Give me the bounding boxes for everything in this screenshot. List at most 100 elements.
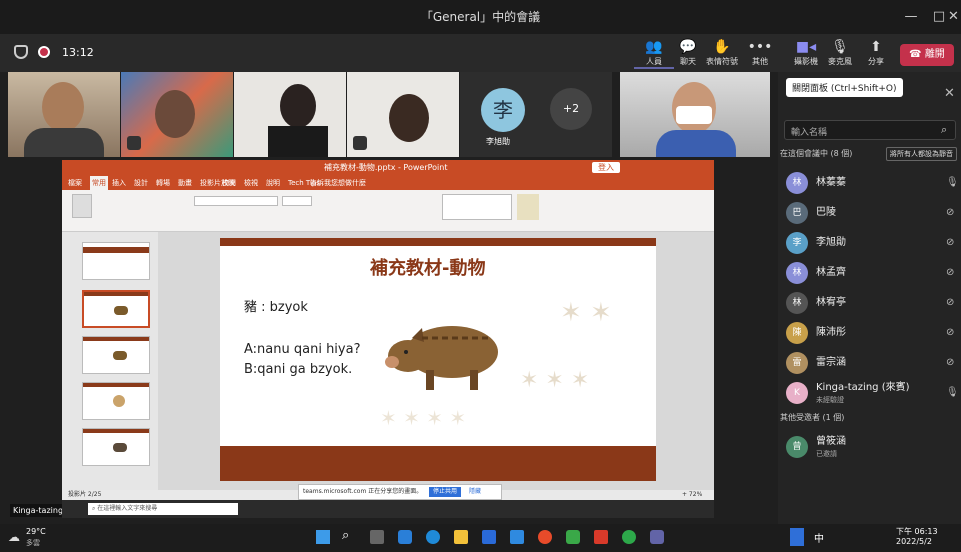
star-decoration: ✶ ✶ (560, 298, 612, 328)
ppt-tab[interactable]: 插入 (112, 176, 126, 190)
mic-icon: 🎙 (946, 387, 959, 398)
share-button[interactable]: ⬆ 分享 (856, 38, 896, 67)
clock-time[interactable]: 下午 06:13 (896, 526, 938, 537)
xbox-icon[interactable] (622, 530, 636, 544)
reactions-button[interactable]: ✋ 表情符號 (702, 38, 742, 67)
shapes-gallery[interactable] (442, 194, 512, 220)
mute-all-button[interactable]: 將所有人都設為靜音 (886, 147, 957, 161)
font-select[interactable] (194, 196, 278, 206)
chrome-icon[interactable] (538, 530, 552, 544)
mic-button[interactable]: 🎙 麥克風 (820, 38, 860, 67)
participant-row[interactable]: 林林蓁蓁 🎙 (786, 172, 959, 194)
taskbar: ☁ 29°C 多雲 ⌕ 中 下午 06:13 2022/5/2 (0, 524, 961, 552)
slide-thumbnail[interactable] (82, 428, 150, 466)
participant-row[interactable]: 雷雷宗涵 ⊘ (786, 352, 956, 374)
avatar: 陳 (786, 322, 808, 344)
boar-image (385, 326, 498, 390)
ppt-tab[interactable]: 常用 (90, 176, 108, 190)
video-tile[interactable]: 李 李旭勛 +2 (460, 72, 612, 157)
slide-thumbnail[interactable] (82, 290, 150, 328)
mic-off-icon (127, 136, 141, 150)
windows-start-icon[interactable] (316, 530, 330, 544)
participant-name: 雷宗涵 (816, 357, 846, 368)
ime-indicator[interactable]: 中 (814, 530, 824, 545)
minimize-button[interactable]: — (897, 6, 925, 28)
recording-icon (38, 46, 50, 58)
slide-thumbnail[interactable] (82, 242, 150, 280)
ppt-tab[interactable]: 檔案 (68, 176, 82, 190)
line-icon[interactable] (566, 530, 580, 544)
paste-icon[interactable] (72, 194, 92, 218)
video-tile[interactable] (8, 72, 120, 157)
avatar: 林 (786, 292, 808, 314)
app-icon[interactable] (482, 530, 496, 544)
zoom-level[interactable]: + 72% (682, 490, 702, 500)
list-item[interactable]: 曾 曾筱涵 已邀請 (786, 436, 956, 458)
overflow-count[interactable]: +2 (550, 88, 592, 130)
mic-off-icon: ⊘ (946, 327, 955, 338)
signin-button[interactable]: 登入 (592, 162, 620, 173)
edge-icon[interactable] (426, 530, 440, 544)
search-icon[interactable]: ⌕ (342, 528, 349, 543)
participant-row[interactable]: 陳陳沛彤 ⊘ (786, 322, 956, 344)
slide[interactable]: 補充教材-動物 豬 : bzyok A:nanu qani hiya? B:qa… (220, 238, 656, 481)
participant-name: 李旭勛 (486, 137, 510, 146)
phone-icon: ☎ (909, 49, 925, 60)
section-header[interactable]: 其他受邀者 (1 個) (780, 412, 844, 423)
cloud-icon: ☁ (8, 530, 20, 544)
participant-name: 林孟齊 (816, 267, 846, 278)
app-icon[interactable] (510, 530, 524, 544)
stop-sharing-button[interactable]: 停止共用 (429, 487, 462, 497)
font-size-select[interactable] (282, 196, 312, 206)
search-input[interactable]: 輸入名稱 ⌕ (784, 120, 956, 140)
slide-text: A:nanu qani hiya? (244, 342, 361, 357)
folder-icon[interactable] (454, 530, 468, 544)
close-icon[interactable]: ✕ (944, 86, 955, 101)
participant-row[interactable]: 林林宥亭 ⊘ (786, 292, 956, 314)
participant-row[interactable]: K Kinga-tazing (來賓) 未經驗證 🎙 (786, 382, 959, 404)
hand-icon: ✋ (713, 39, 731, 55)
editing-group[interactable] (592, 194, 632, 220)
ppt-tab[interactable]: 動畫 (178, 176, 192, 190)
face-mask (676, 106, 712, 124)
weather-desc: 多雲 (26, 539, 40, 547)
window-title: 「General」中的會議 (420, 10, 541, 24)
slide-thumbnail[interactable] (82, 382, 150, 420)
ppt-tab[interactable]: 說明 (266, 176, 280, 190)
participant-row[interactable]: 李李旭勛 ⊘ (786, 232, 956, 254)
ppt-tab[interactable]: 設計 (134, 176, 148, 190)
app-icon[interactable] (594, 530, 608, 544)
slide-thumbnail[interactable] (82, 336, 150, 374)
participant-row[interactable]: 巴巴陵 ⊘ (786, 202, 956, 224)
more-button[interactable]: ••• 其他 (740, 38, 780, 67)
arrange-button[interactable] (517, 194, 539, 220)
mic-off-icon (353, 136, 367, 150)
slide-title: 補充教材-動物 (370, 258, 486, 279)
ppt-tab[interactable]: 轉場 (156, 176, 170, 190)
weather-temp[interactable]: 29°C (26, 527, 46, 536)
ppt-title: 補充教材-動物.pptx - PowerPoint (324, 163, 448, 172)
video-tile[interactable] (121, 72, 233, 157)
ppt-tab[interactable]: 校閱 (222, 176, 236, 190)
section-header[interactable]: 在這個會議中 (8 個) (780, 148, 852, 159)
share-icon: ⬆ (870, 39, 882, 55)
participant-name: 巴陵 (816, 207, 836, 218)
ppt-tab[interactable]: 檢視 (244, 176, 258, 190)
close-button[interactable]: ✕ (946, 6, 961, 28)
app-icon[interactable] (398, 530, 412, 544)
video-tile[interactable] (620, 72, 770, 157)
shield-icon (14, 45, 28, 59)
mic-off-icon: ⊘ (946, 207, 955, 218)
task-view-icon[interactable] (370, 530, 384, 544)
teams-icon[interactable] (650, 530, 664, 544)
hide-button[interactable]: 隱藏 (469, 485, 481, 499)
ppt-tabs: 檔案 常用 插入 設計 轉場 動畫 投影片放映 校閱 檢視 說明 Tech Tips 告訴我您想做什麼 (62, 176, 714, 190)
video-tile[interactable] (347, 72, 459, 157)
participant-row[interactable]: 林林孟齊 ⊘ (786, 262, 956, 284)
avatar: 曾 (786, 436, 808, 458)
leave-button[interactable]: ☎ 離開 (900, 44, 954, 66)
mic-active-icon[interactable] (790, 528, 804, 546)
mic-icon: 🎙 (946, 177, 959, 188)
ppt-tab[interactable]: 告訴我您想做什麼 (310, 176, 366, 190)
video-tile[interactable] (234, 72, 346, 157)
